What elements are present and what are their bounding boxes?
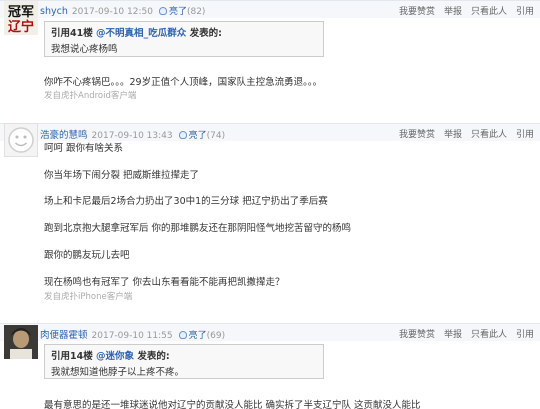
quote-block: 引用14楼 @迷你象 发表的: 我就想知道他脖子以上疼不疼。 — [44, 344, 324, 379]
avatar[interactable] — [4, 123, 38, 157]
quote-author[interactable]: @迷你象 — [96, 351, 134, 362]
quote-suffix: 发表的: — [137, 351, 170, 362]
avatar-image: 冠军 辽宁 — [4, 1, 38, 35]
quote-floor: 引用41楼 — [51, 28, 93, 39]
default-avatar-icon — [4, 123, 38, 157]
report-button[interactable]: 举报 — [444, 7, 462, 17]
post-text-line: 跑到北京抱大腿拿冠军后 你的那堆鹏友还在那阴阳怪气地挖苦留守的杨鸣 — [44, 223, 352, 234]
post-header: 肉便器霍顿 2017-09-10 11:55 亮了(69) 我要赞赏 举报 只看此人 引用 — [0, 323, 540, 341]
light-button[interactable]: 亮了(82) — [158, 7, 206, 17]
username-link[interactable]: 肉便器霍顿 2017-09-10 11:55 亮了(69) — [40, 327, 225, 341]
only-this-user-button[interactable]: 只看此人 — [471, 130, 507, 140]
post-time: 2017-09-10 12:50 — [71, 7, 153, 17]
report-button[interactable]: 举报 — [444, 130, 462, 140]
light-count: (82) — [186, 7, 206, 17]
avatar[interactable] — [4, 325, 38, 359]
quote-button[interactable]: 引用 — [516, 330, 534, 340]
quote-block: 引用41楼 @不明真相_吃瓜群众 发表的: 我想说心疼杨鸣 — [44, 21, 324, 57]
light-label: 亮了 — [168, 7, 187, 17]
quote-button[interactable]: 引用 — [516, 130, 534, 140]
light-label: 亮了 — [188, 331, 207, 341]
username-link[interactable]: 浩豪的慧鸣 2017-09-10 13:43 亮了(74) — [40, 127, 225, 141]
post-text-line: 呵呵 跟你有啥关系 — [44, 143, 124, 154]
quote-text: 我想说心疼杨鸣 — [51, 44, 118, 55]
post-header: shych 2017-09-10 12:50 亮了(82) 我要赞赏 举报 只看此人 引用 — [0, 0, 540, 18]
avatar-image — [4, 325, 38, 359]
post-text-line: 现在杨鸣也有冠军了 你去山东看看能不能再把凯撒撵走？ — [44, 277, 285, 288]
report-button[interactable]: 举报 — [444, 330, 462, 340]
only-this-user-button[interactable]: 只看此人 — [471, 7, 507, 17]
quote-header: 引用14楼 @迷你象 发表的: — [51, 348, 170, 362]
lightbulb-icon — [158, 7, 167, 15]
quote-header: 引用41楼 @不明真相_吃瓜群众 发表的: — [51, 25, 222, 39]
quote-text: 我就想知道他脖子以上疼不疼。 — [51, 367, 185, 378]
light-label: 亮了 — [188, 131, 207, 141]
avatar[interactable]: 冠军 辽宁 — [4, 1, 38, 35]
reward-button[interactable]: 我要赞赏 — [399, 7, 435, 17]
svg-text:辽宁: 辽宁 — [8, 19, 34, 35]
quote-suffix: 发表的: — [189, 28, 222, 39]
post-text-line: 你咋不心疼锅巴。。。29岁正值个人顶峰，国家队主控急流勇退。。。 — [44, 77, 323, 88]
post-actions: 我要赞赏 举报 只看此人 引用 — [390, 127, 534, 140]
post-actions: 我要赞赏 举报 只看此人 引用 — [390, 4, 534, 17]
only-this-user-button[interactable]: 只看此人 — [471, 330, 507, 340]
quote-author[interactable]: @不明真相_吃瓜群众 — [96, 28, 186, 39]
username[interactable]: 肉便器霍顿 — [40, 330, 88, 341]
lightbulb-icon — [178, 331, 187, 339]
light-button[interactable]: 亮了(74) — [178, 131, 226, 141]
post-text-line: 场上和卡尼最后2场合力扔出了30中1的三分球 把辽宁扔出了季后赛 — [44, 196, 328, 207]
light-button[interactable]: 亮了(69) — [178, 331, 226, 341]
post-text-line: 跟你的鹏友玩儿去吧 — [44, 250, 130, 261]
username-link[interactable]: shych 2017-09-10 12:50 亮了(82) — [40, 4, 205, 17]
light-count: (74) — [206, 131, 226, 141]
reward-button[interactable]: 我要赞赏 — [399, 330, 435, 340]
post-text-line: 你当年场下闹分裂 把威斯维拉撵走了 — [44, 170, 200, 181]
username[interactable]: shych — [40, 6, 68, 17]
post-actions: 我要赞赏 举报 只看此人 引用 — [390, 327, 534, 340]
svg-text:冠军: 冠军 — [8, 5, 34, 20]
light-count: (69) — [206, 331, 226, 341]
post-source: 发自虎扑iPhone客户端 — [44, 292, 133, 302]
lightbulb-icon — [178, 131, 187, 139]
post-time: 2017-09-10 11:55 — [91, 331, 173, 341]
post-source: 发自虎扑Android客户端 — [44, 91, 137, 101]
quote-floor: 引用14楼 — [51, 351, 93, 362]
quote-button[interactable]: 引用 — [516, 7, 534, 17]
post-text-line: 最有意思的是还一堆球迷说他对辽宁的贡献没人能比 确实拆了半支辽宁队 这贡献没人能… — [44, 400, 421, 409]
post-header: 浩豪的慧鸣 2017-09-10 13:43 亮了(74) 我要赞赏 举报 只看此人 引用 — [0, 123, 540, 141]
reward-button[interactable]: 我要赞赏 — [399, 130, 435, 140]
